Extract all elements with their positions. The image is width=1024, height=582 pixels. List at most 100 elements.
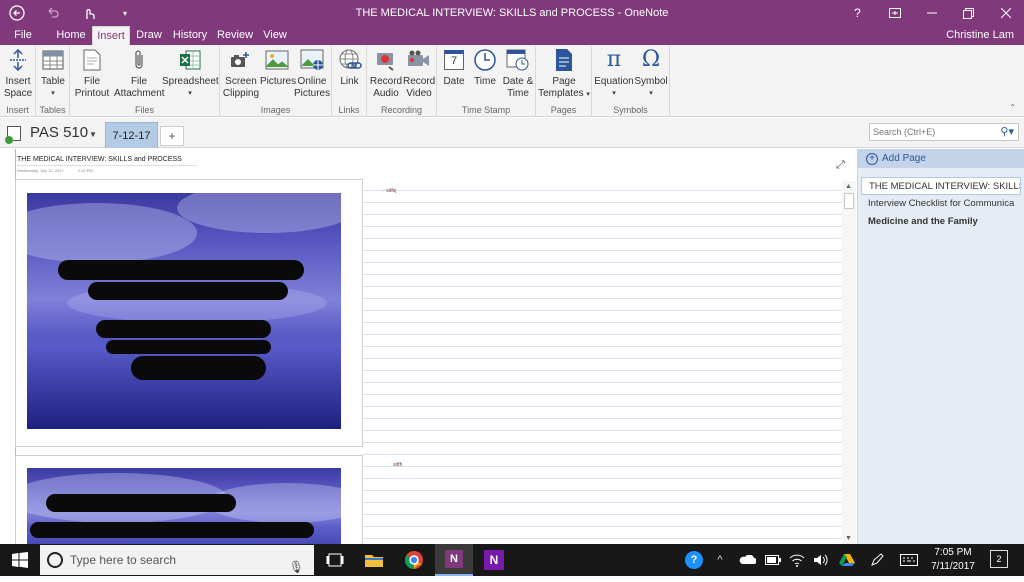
group-label-symbols: Symbols xyxy=(613,105,648,115)
volume-icon[interactable] xyxy=(810,544,832,576)
link-button[interactable]: Link xyxy=(334,48,365,88)
note-text-1[interactable]: · sdfsj xyxy=(383,188,396,194)
full-screen-icon[interactable] xyxy=(876,0,913,26)
table-dropdown-icon: ▾ xyxy=(51,90,55,97)
scroll-up-icon[interactable]: ▲ xyxy=(845,183,852,190)
tab-draw[interactable]: Draw xyxy=(132,26,166,45)
chevron-up-icon[interactable]: ^ xyxy=(710,544,730,576)
symbol-dropdown-icon: ▾ xyxy=(649,90,653,97)
close-icon[interactable] xyxy=(987,0,1024,26)
onenote-app-icon[interactable]: N xyxy=(475,544,513,576)
onenote-logo: N xyxy=(445,550,463,568)
spreadsheet-button[interactable]: Spreadsheet ▾ xyxy=(162,48,219,100)
pictures-button[interactable]: Pictures xyxy=(260,48,296,88)
help-button[interactable]: ? xyxy=(839,0,876,26)
online-picture-icon xyxy=(299,48,325,72)
taskbar-search-box[interactable]: Type here to search 🎙 xyxy=(40,545,314,575)
back-icon[interactable] xyxy=(8,4,26,22)
record-audio-button[interactable]: Record Audio xyxy=(369,48,403,100)
tab-review[interactable]: Review xyxy=(214,26,256,45)
microphone-icon[interactable]: 🎙 xyxy=(289,552,304,582)
date-time-button[interactable]: Date & Time xyxy=(501,48,535,100)
section-tab[interactable]: 7-12-17 xyxy=(105,122,158,148)
time-button[interactable]: Time xyxy=(469,48,501,88)
help-circle-icon: ? xyxy=(685,551,703,569)
scroll-thumb[interactable] xyxy=(844,193,854,209)
notebook-name[interactable]: PAS 510 xyxy=(30,124,88,141)
pen-icon[interactable] xyxy=(866,544,888,576)
file-explorer-icon[interactable] xyxy=(355,544,393,576)
help-tray-icon[interactable]: ? xyxy=(682,544,706,576)
add-section-button[interactable]: + xyxy=(160,126,184,146)
user-name[interactable]: Christine Lam xyxy=(946,29,1014,41)
system-clock[interactable]: 7:05 PM 7/11/2017 xyxy=(920,546,986,574)
page-templates-button[interactable]: Page Templates ▾ xyxy=(538,48,590,101)
search-icon[interactable]: ⚲▾ xyxy=(1000,125,1014,138)
page-template-icon xyxy=(551,48,577,72)
onenote-taskbar-icon[interactable]: N xyxy=(435,544,473,576)
page-templates-dropdown-icon: ▾ xyxy=(586,91,590,98)
record-video-button[interactable]: Record Video xyxy=(403,48,435,100)
battery-icon[interactable] xyxy=(762,544,784,576)
scroll-down-icon[interactable]: ▼ xyxy=(845,535,852,542)
onedrive-icon[interactable] xyxy=(735,544,759,576)
insert-space-button[interactable]: Insert Space xyxy=(2,48,34,100)
file-attachment-label-2: Attachment xyxy=(114,88,165,99)
minimize-icon[interactable] xyxy=(913,0,950,26)
undo-icon[interactable] xyxy=(44,4,62,22)
restore-icon[interactable] xyxy=(950,0,987,26)
file-attachment-button[interactable]: File Attachment xyxy=(114,48,165,100)
page-canvas[interactable]: THE MEDICAL INTERVIEW: SKILLS and PROCES… xyxy=(0,149,856,544)
search-box[interactable]: ⚲▾ xyxy=(869,123,1019,141)
page-time-text: 2:14 PM xyxy=(77,168,93,173)
chrome-icon[interactable] xyxy=(395,544,433,576)
collapse-ribbon-icon[interactable]: ⌃ xyxy=(1009,103,1016,112)
calendar-date-number: 7 xyxy=(444,50,464,70)
pages-pane: + Add Page THE MEDICAL INTERVIEW: SKILLS … xyxy=(857,149,1024,544)
date-button[interactable]: 7 Date xyxy=(439,48,469,88)
tab-home[interactable]: Home xyxy=(52,26,90,45)
screen-clipping-button[interactable]: Screen Clipping xyxy=(222,48,260,100)
date-label: Date xyxy=(443,76,465,87)
note-text-2[interactable]: sdfh xyxy=(393,462,402,468)
page-list-item[interactable]: Interview Checklist for Communica xyxy=(858,195,1024,213)
page-list-item[interactable]: THE MEDICAL INTERVIEW: SKILLS xyxy=(861,177,1021,195)
wifi-icon[interactable] xyxy=(786,544,808,576)
printout-page-1[interactable] xyxy=(15,179,363,447)
screen-clipping-label-1: Screen xyxy=(225,76,257,87)
equation-button[interactable]: π Equation ▾ xyxy=(594,48,634,100)
redaction-mark xyxy=(46,494,236,512)
notebook-icon[interactable] xyxy=(5,126,21,144)
group-links: Link Links xyxy=(332,45,367,117)
expand-icon[interactable]: ⤢ xyxy=(836,159,845,172)
tab-view[interactable]: View xyxy=(258,26,292,45)
table-icon xyxy=(40,48,66,72)
windows-start-icon[interactable] xyxy=(0,544,40,576)
tab-file[interactable]: File xyxy=(4,26,42,45)
group-timestamp: 7 Date Time Date & Time Time Stamp xyxy=(437,45,536,117)
symbol-button[interactable]: Ω Symbol ▾ xyxy=(634,48,668,100)
page-list-item[interactable]: Medicine and the Family xyxy=(858,213,1024,231)
notebook-dropdown-icon[interactable]: ▼ xyxy=(89,130,97,139)
keyboard-icon[interactable] xyxy=(898,544,920,576)
clock-date: 7/11/2017 xyxy=(931,561,975,572)
page-templates-label-2: Templates ▾ xyxy=(538,88,590,101)
google-drive-icon[interactable] xyxy=(836,544,858,576)
table-button[interactable]: Table ▾ xyxy=(38,48,68,100)
page-title[interactable]: THE MEDICAL INTERVIEW: SKILLS and PROCES… xyxy=(17,156,197,166)
add-page-button[interactable]: + Add Page xyxy=(858,149,1024,168)
vertical-scrollbar[interactable]: ▲ ▼ xyxy=(842,181,856,544)
printout-page-2[interactable] xyxy=(15,455,363,544)
camera-icon xyxy=(228,48,254,72)
touch-mode-icon[interactable] xyxy=(80,4,98,22)
search-input[interactable] xyxy=(870,124,990,140)
online-pictures-button[interactable]: Online Pictures xyxy=(294,48,330,100)
record-video-label-1: Record xyxy=(403,76,436,87)
customize-quick-access-icon[interactable]: ▾ xyxy=(116,4,134,22)
task-view-icon[interactable] xyxy=(316,544,354,576)
tab-insert[interactable]: Insert xyxy=(92,26,130,45)
notification-center-icon[interactable]: 2 xyxy=(990,550,1008,568)
tab-history[interactable]: History xyxy=(170,26,210,45)
ribbon: Insert Space Insert Table ▾ Tables File … xyxy=(0,45,1024,117)
file-printout-button[interactable]: File Printout xyxy=(72,48,112,100)
